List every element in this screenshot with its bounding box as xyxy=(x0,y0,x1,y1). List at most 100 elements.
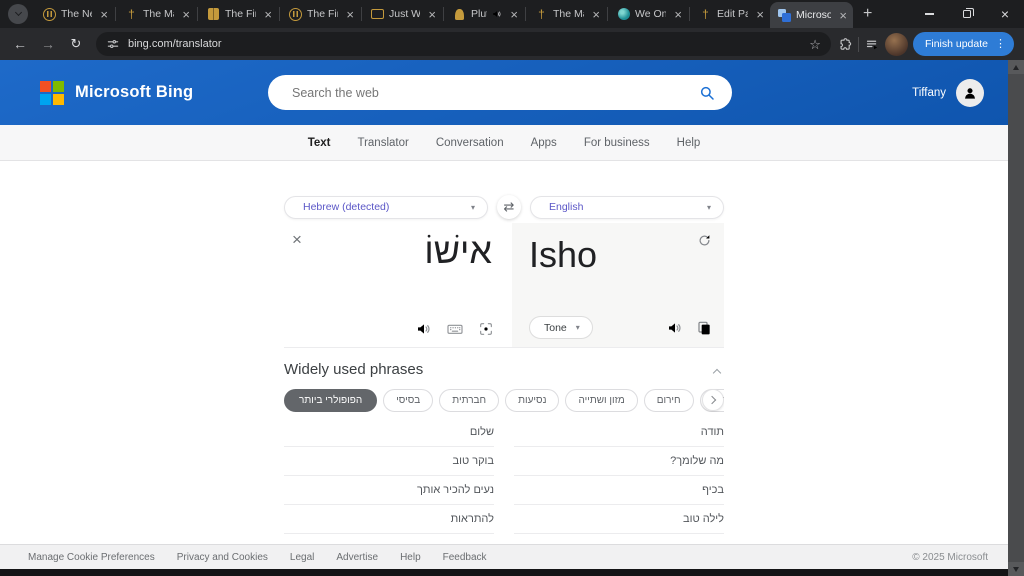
tab-title: The Mas xyxy=(553,8,584,20)
tab-apps[interactable]: Apps xyxy=(531,137,557,149)
source-panel[interactable]: × אישׁוֹ xyxy=(284,223,512,347)
extensions-icon[interactable] xyxy=(837,37,852,52)
phrases-title: Widely used phrases xyxy=(284,361,423,378)
tab-for-business[interactable]: For business xyxy=(584,137,650,149)
browser-tab[interactable]: Pluto × xyxy=(445,0,524,28)
browser-tab[interactable]: † Edit Pag × xyxy=(691,0,770,28)
user-area[interactable]: Tiffany xyxy=(912,79,984,107)
profile-avatar[interactable] xyxy=(885,33,908,56)
tab-close-icon[interactable]: × xyxy=(671,8,685,21)
gold-tv-icon xyxy=(371,8,384,21)
phrase-item[interactable]: מה שלומך? xyxy=(514,447,724,476)
forward-button[interactable]: → xyxy=(34,31,62,57)
browser-tab[interactable]: † The Mas × xyxy=(117,0,196,28)
swap-languages-button[interactable]: ⇄ xyxy=(497,195,521,219)
tab-title: Edit Pag xyxy=(717,8,748,20)
browser-tab-active[interactable]: Microsof × xyxy=(770,2,853,28)
close-icon: × xyxy=(1001,7,1009,21)
chips-scroll-right-button[interactable] xyxy=(702,389,724,411)
tab-search-button[interactable] xyxy=(8,4,28,24)
browser-tab[interactable]: Just Wow × xyxy=(363,0,442,28)
bookmark-star-icon[interactable]: ☆ xyxy=(809,38,821,51)
tab-close-icon[interactable]: × xyxy=(753,8,767,21)
phrase-item[interactable]: שלום xyxy=(284,418,494,447)
clear-text-icon[interactable]: × xyxy=(292,231,302,248)
copy-icon[interactable] xyxy=(696,320,712,336)
camera-scan-icon[interactable] xyxy=(478,321,494,337)
chip-social[interactable]: חברתית xyxy=(439,389,499,412)
keyboard-icon[interactable] xyxy=(447,321,463,337)
new-tab-button[interactable]: + xyxy=(863,6,872,22)
browser-tab[interactable]: The First × xyxy=(281,0,360,28)
source-text[interactable]: אישׁוֹ xyxy=(284,223,512,276)
tab-close-icon[interactable]: × xyxy=(425,8,439,21)
back-button[interactable]: ← xyxy=(6,31,34,57)
retranslate-icon[interactable] xyxy=(697,233,712,248)
source-language-dropdown[interactable]: Hebrew (detected) ▾ xyxy=(284,196,488,219)
user-avatar[interactable] xyxy=(956,79,984,107)
tab-title: The New xyxy=(61,8,92,20)
search-icon[interactable] xyxy=(698,84,716,102)
maximize-button[interactable] xyxy=(948,0,986,28)
footer-link-legal[interactable]: Legal xyxy=(290,552,314,563)
source-tools xyxy=(416,321,494,337)
speaker-icon[interactable] xyxy=(667,320,683,336)
minimize-button[interactable] xyxy=(910,0,948,28)
collapse-button[interactable] xyxy=(714,360,724,378)
tab-close-icon[interactable]: × xyxy=(507,8,521,21)
browser-tab[interactable]: † The Mas × xyxy=(527,0,606,28)
speaker-icon[interactable] xyxy=(416,321,432,337)
finish-update-button[interactable]: Finish update ⋮ xyxy=(913,32,1014,56)
browser-tab[interactable]: The New × xyxy=(35,0,114,28)
footer-link-help[interactable]: Help xyxy=(400,552,421,563)
scroll-up-button[interactable] xyxy=(1008,60,1024,74)
chip-emergency[interactable]: חירום xyxy=(644,389,694,412)
tab-close-icon[interactable]: × xyxy=(97,8,111,21)
triangle-up-icon xyxy=(1013,65,1019,70)
scroll-down-button[interactable] xyxy=(1008,562,1024,576)
footer-link-cookies-prefs[interactable]: Manage Cookie Preferences xyxy=(28,552,155,563)
tab-text[interactable]: Text xyxy=(308,137,331,149)
tab-audio-icon[interactable] xyxy=(492,9,502,19)
tab-close-icon[interactable]: × xyxy=(343,8,357,21)
phrase-item[interactable]: להתראות xyxy=(284,505,494,534)
site-settings-icon[interactable] xyxy=(106,37,120,51)
chip-food-drink[interactable]: מזון ושתייה xyxy=(565,389,637,412)
tab-translator[interactable]: Translator xyxy=(357,137,408,149)
close-button[interactable]: × xyxy=(986,0,1024,28)
tab-close-icon[interactable]: × xyxy=(836,9,850,22)
tab-help[interactable]: Help xyxy=(677,137,701,149)
tab-close-icon[interactable]: × xyxy=(589,8,603,21)
chip-basic[interactable]: בסיסי xyxy=(383,389,433,412)
chip-most-popular[interactable]: הפופולרי ביותר xyxy=(284,389,377,412)
browser-tab[interactable]: We Only × xyxy=(609,0,688,28)
kebab-menu-icon[interactable]: ⋮ xyxy=(995,39,1006,50)
phrase-item[interactable]: לילה טוב xyxy=(514,505,724,534)
reload-button[interactable]: ↻ xyxy=(62,31,90,57)
url-text[interactable]: bing.com/translator xyxy=(128,38,801,50)
target-language-dropdown[interactable]: English ▾ xyxy=(530,196,724,219)
tab-close-icon[interactable]: × xyxy=(179,8,193,21)
tab-divider xyxy=(525,7,526,21)
media-playlist-icon[interactable] xyxy=(865,37,880,52)
chip-travel[interactable]: נסיעות xyxy=(505,389,559,412)
phrase-item[interactable]: בכיף xyxy=(514,476,724,505)
browser-tab[interactable]: The First × xyxy=(199,0,278,28)
tab-conversation[interactable]: Conversation xyxy=(436,137,504,149)
tab-close-icon[interactable]: × xyxy=(261,8,275,21)
web-search-box[interactable] xyxy=(268,75,732,110)
phrase-item[interactable]: תודה xyxy=(514,418,724,447)
chevron-down-icon: ▾ xyxy=(707,203,711,212)
page-content: Microsoft Bing Tiffany Text Translator C… xyxy=(0,60,1008,576)
address-bar[interactable]: bing.com/translator ☆ xyxy=(96,32,831,56)
phrase-item[interactable]: נעים להכיר אותך xyxy=(284,476,494,505)
search-input[interactable] xyxy=(292,86,698,100)
window-controls: × xyxy=(910,0,1024,28)
bing-brand[interactable]: Microsoft Bing xyxy=(40,81,193,105)
footer-link-feedback[interactable]: Feedback xyxy=(443,552,487,563)
phrase-item[interactable]: בוקר טוב xyxy=(284,447,494,476)
footer-link-privacy[interactable]: Privacy and Cookies xyxy=(177,552,268,563)
footer-link-advertise[interactable]: Advertise xyxy=(336,552,378,563)
vertical-scrollbar[interactable] xyxy=(1008,60,1024,576)
tone-dropdown[interactable]: Tone ▾ xyxy=(529,316,593,339)
